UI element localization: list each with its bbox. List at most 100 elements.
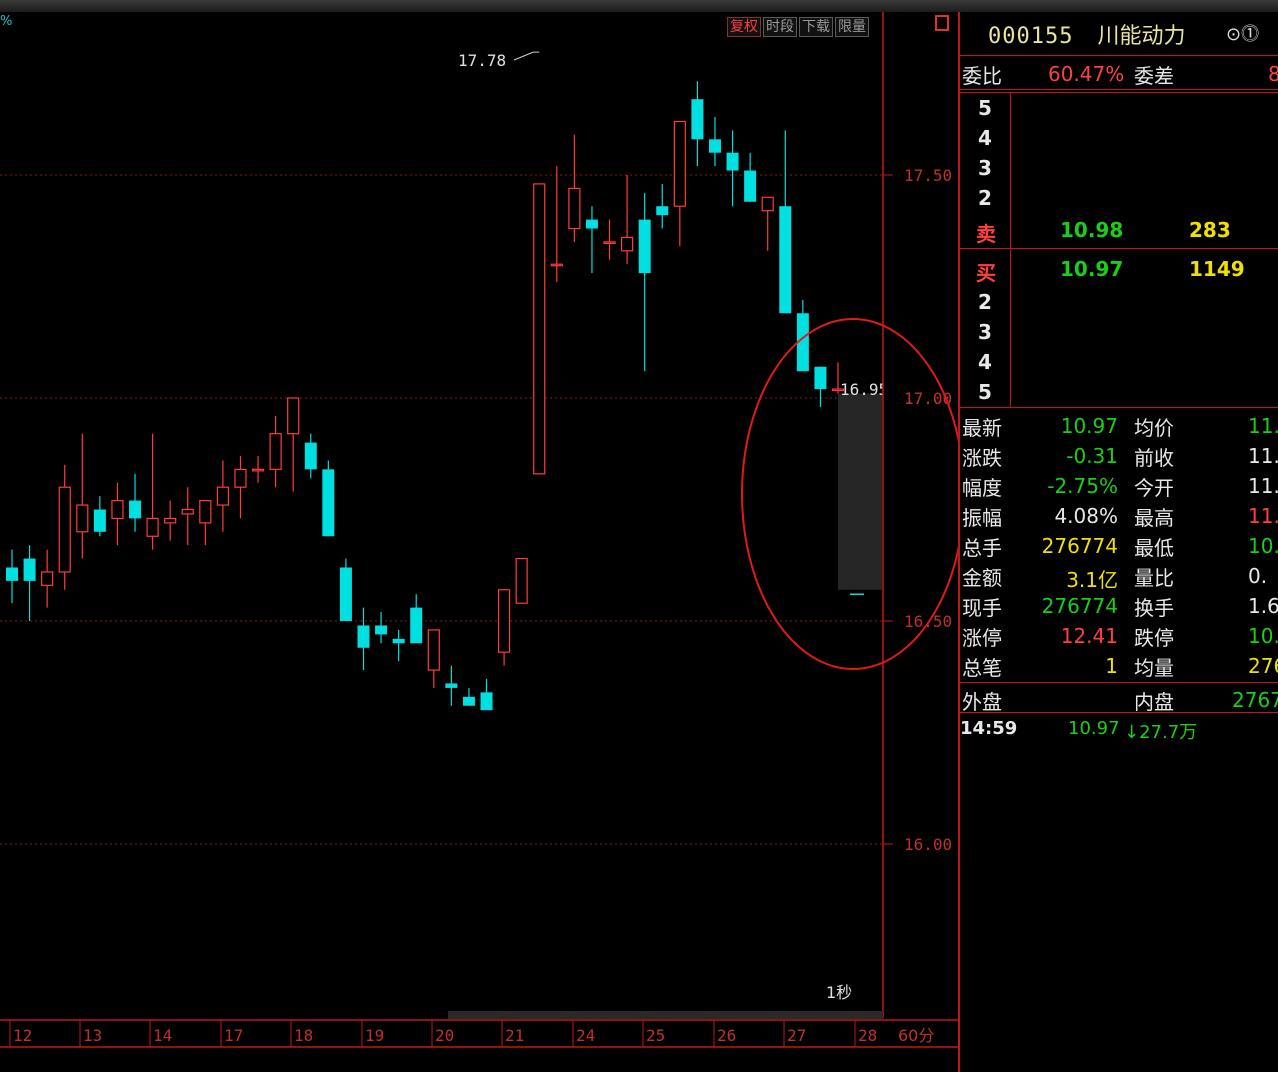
header-icons[interactable]: ⊙⓵ (1226, 20, 1259, 46)
stat-label: 幅度 (962, 476, 1002, 500)
candle-body (164, 517, 177, 524)
candle-body (603, 241, 616, 244)
stat-value: 2767 (1248, 654, 1278, 678)
chart-toolbar: 复权 时段 下载 限量 (727, 17, 869, 37)
sell-level-2: 2 (978, 186, 992, 210)
sell1-price: 10.98 (1060, 218, 1124, 242)
price-tick-label: 17.50 (904, 166, 952, 185)
sell-level-4: 4 (978, 126, 992, 150)
candle-body (585, 219, 598, 229)
candle-body (41, 571, 54, 586)
high-pointer (513, 51, 534, 61)
stock-code: 000155 (988, 24, 1074, 49)
stat-label: 均量 (1134, 656, 1174, 680)
stat-value: 1 (1105, 654, 1118, 678)
weibi-label: 委比 (962, 64, 1002, 88)
buy-level-3: 3 (978, 320, 992, 344)
candle-body (269, 433, 282, 470)
outer-disk-label: 外盘 (962, 690, 1002, 714)
stat-value: -0.31 (1066, 444, 1118, 468)
stat-value: 1.6 (1248, 594, 1278, 618)
date-tick-label: 27 (787, 1026, 806, 1045)
candle-body (339, 567, 352, 621)
tick-time: 14:59 (960, 718, 1018, 739)
orderbook-divider (1010, 92, 1011, 407)
interval-label: 1秒 (826, 983, 852, 1002)
date-tick-label: 19 (365, 1026, 384, 1045)
sell-level-5: 5 (978, 96, 992, 120)
date-tick-label: 24 (576, 1026, 595, 1045)
buy-level-2: 2 (978, 290, 992, 314)
candle-body (427, 629, 440, 671)
candle-body (216, 486, 229, 506)
weibi-value: 60.47% (1048, 62, 1125, 86)
candle-body (621, 236, 634, 252)
inner-disk-label: 内盘 (1134, 690, 1174, 714)
stat-value: -2.75% (1047, 474, 1118, 498)
stat-value: 10. (1248, 534, 1278, 558)
chart-scrollbar[interactable] (448, 1011, 883, 1019)
buy-level-5: 5 (978, 380, 992, 404)
toolbar-button-1[interactable]: 时段 (763, 17, 797, 37)
candle-body (814, 366, 827, 390)
date-tick-label: 14 (153, 1026, 172, 1045)
current-bar-block (838, 393, 882, 590)
toolbar-button-0[interactable]: 复权 (727, 17, 761, 37)
stat-value: 3.1亿 (1066, 568, 1118, 592)
price-tick-label: 16.00 (904, 835, 952, 854)
candle-body (726, 152, 739, 171)
stat-label: 换手 (1134, 596, 1174, 620)
divider (958, 407, 1278, 408)
stat-value: 276774 (1041, 534, 1118, 558)
panel-toggle-icon[interactable] (935, 15, 949, 31)
candle-body (23, 558, 36, 581)
stat-value: 10.97 (1060, 414, 1118, 438)
candle-body (322, 469, 335, 537)
candle-body (691, 99, 704, 140)
weicha-value: 8 (1268, 62, 1278, 86)
candle-body (462, 696, 475, 706)
candlestick-chart[interactable]: 17.5017.0016.5016.0012131417181920212425… (0, 12, 958, 1072)
date-tick-label: 25 (646, 1026, 665, 1045)
stat-value: 12.41 (1060, 624, 1118, 648)
candle-body (744, 170, 757, 202)
toolbar-button-3[interactable]: 限量 (835, 17, 869, 37)
candle-body (199, 499, 212, 524)
quote-panel: 000155 川能动力 ⊙⓵ 委比 60.47% 委差 8 5 4 3 2 卖 10.9… (958, 12, 1278, 1072)
divider (958, 89, 1278, 90)
stat-label: 总笔 (962, 656, 1002, 680)
date-tick-label: 18 (294, 1026, 313, 1045)
stat-label: 前收 (1134, 446, 1174, 470)
last-price-label: 16.95 (840, 380, 888, 399)
candle-body (550, 263, 563, 267)
candle-body (251, 468, 265, 472)
candle-body (708, 139, 721, 153)
tick-volume: ↓27.7万 (1124, 722, 1198, 743)
divider (958, 712, 1278, 713)
date-tick-label: 26 (717, 1026, 736, 1045)
candle-body (392, 638, 405, 644)
candle-body (146, 517, 159, 537)
stat-value: 11. (1248, 474, 1278, 498)
toolbar-button-2[interactable]: 下载 (799, 17, 833, 37)
candle-body (515, 557, 528, 604)
stat-label: 现手 (962, 596, 1002, 620)
date-tick-label: 20 (435, 1026, 454, 1045)
candle-body (93, 509, 106, 532)
inner-disk-value: 2767 (1232, 688, 1278, 712)
buy-label: 买 (976, 261, 996, 285)
stat-value: 10. (1248, 624, 1278, 648)
date-tick-label: 12 (13, 1026, 32, 1045)
weibi-row: 委比 (962, 60, 1002, 89)
candle-body (181, 508, 194, 515)
high-price-label: 17.78 (458, 51, 506, 70)
stat-label: 今开 (1134, 476, 1174, 500)
candle-body (375, 625, 388, 635)
stock-header: 000155 川能动力 (988, 18, 1186, 50)
candle-body (533, 183, 546, 475)
stat-label: 最高 (1134, 506, 1174, 530)
candle-body (287, 397, 300, 435)
candle-body (673, 120, 686, 207)
stat-value: 0. (1248, 564, 1268, 588)
stat-value: 11. (1248, 414, 1278, 438)
